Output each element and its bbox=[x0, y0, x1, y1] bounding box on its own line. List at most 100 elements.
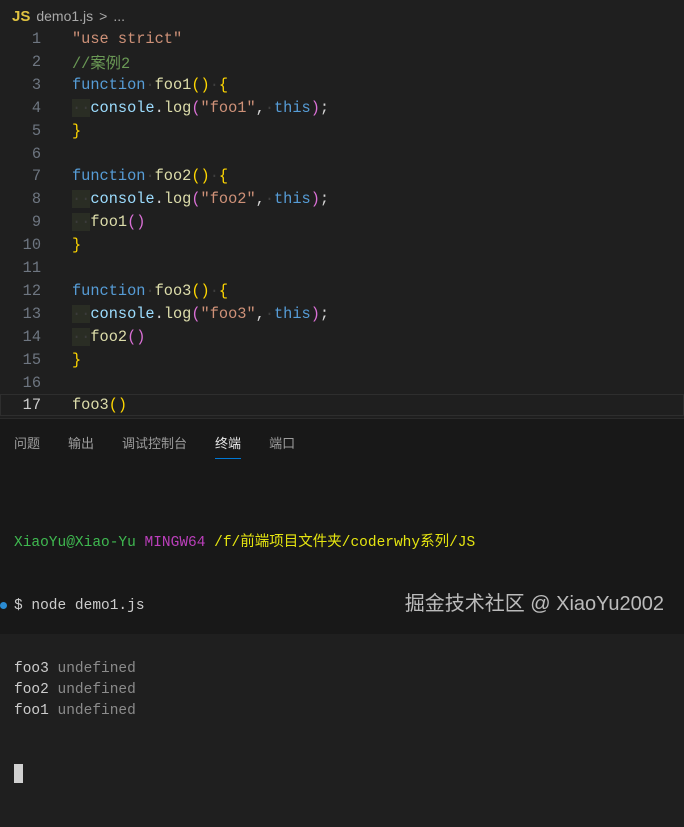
panel-tab[interactable]: 问题 bbox=[14, 433, 40, 459]
output-value: undefined bbox=[57, 703, 136, 719]
code-token: } bbox=[72, 121, 82, 140]
line-number: 11 bbox=[22, 259, 41, 277]
code-token: . bbox=[154, 190, 164, 209]
code-token: () bbox=[191, 167, 210, 186]
code-token: ; bbox=[319, 190, 330, 209]
code-token: · bbox=[209, 281, 219, 300]
code-token: foo2 bbox=[154, 167, 192, 186]
code-token: ) bbox=[310, 304, 320, 323]
line-number: 14 bbox=[22, 327, 41, 346]
line-number: 5 bbox=[31, 121, 41, 140]
code-token: { bbox=[218, 281, 229, 300]
panel-tab[interactable]: 调试控制台 bbox=[122, 433, 187, 459]
code-token: , bbox=[255, 98, 265, 117]
code-token: } bbox=[72, 350, 82, 369]
line-number: 13 bbox=[22, 304, 41, 323]
line-number: 4 bbox=[31, 98, 41, 117]
line-number: 7 bbox=[31, 167, 41, 186]
code-token: ) bbox=[310, 190, 320, 209]
code-token: ·· bbox=[72, 327, 91, 346]
code-token: . bbox=[154, 304, 164, 323]
code-line[interactable]: 11 bbox=[0, 257, 684, 279]
terminal-cursor bbox=[14, 764, 23, 783]
code-line[interactable]: 4 ·· console. log("foo1", · this); bbox=[0, 97, 684, 119]
code-line[interactable]: 9 ·· foo1() bbox=[0, 211, 684, 233]
code-line[interactable]: 1 "use strict" bbox=[0, 28, 684, 50]
breadcrumb: JS demo1.js > ... bbox=[12, 6, 125, 26]
line-number: 10 bbox=[22, 236, 41, 255]
line-number: 15 bbox=[22, 350, 41, 369]
output-value: undefined bbox=[57, 661, 136, 677]
code-line[interactable]: 10} bbox=[0, 234, 684, 256]
code-line[interactable]: 6 bbox=[0, 143, 684, 165]
breadcrumb-file[interactable]: demo1.js bbox=[36, 8, 93, 24]
code-token: · bbox=[145, 167, 155, 186]
code-token: log bbox=[163, 304, 192, 323]
code-token: foo1 bbox=[90, 213, 128, 232]
terminal-output-line: foo2 undefined bbox=[14, 680, 475, 701]
output-label: foo1 bbox=[14, 703, 49, 719]
code-token: //案例2 bbox=[72, 54, 131, 73]
code-line[interactable]: 3 function · foo1() ·{ bbox=[0, 74, 684, 96]
terminal[interactable]: XiaoYu@Xiao-Yu MINGW64 /f/前端项目文件夹/coderw… bbox=[0, 491, 476, 827]
panel-tab[interactable]: 端口 bbox=[269, 433, 295, 459]
code-token: console bbox=[90, 190, 155, 209]
code-token: () bbox=[191, 75, 210, 94]
line-number: 6 bbox=[31, 144, 41, 163]
terminal-output-line: foo3 undefined bbox=[14, 659, 475, 680]
code-token: log bbox=[163, 190, 192, 209]
code-token: { bbox=[218, 167, 229, 186]
terminal-env: MINGW64 bbox=[144, 535, 206, 551]
terminal-path: /f/前端项目文件夹/coderwhy系列/JS bbox=[214, 535, 476, 551]
code-token: ·· bbox=[72, 304, 91, 323]
code-line[interactable]: 7 function · foo2() ·{ bbox=[0, 165, 684, 187]
line-number: 3 bbox=[31, 75, 41, 94]
code-line[interactable]: 8 ·· console. log("foo2", · this); bbox=[0, 188, 684, 210]
code-line[interactable]: 15} bbox=[0, 349, 684, 371]
code-token: { bbox=[218, 75, 229, 94]
code-token: foo2 bbox=[90, 327, 128, 346]
js-file-icon: JS bbox=[12, 7, 31, 25]
panel-tab[interactable]: 终端 bbox=[215, 433, 242, 459]
code-token: () bbox=[191, 281, 210, 300]
code-token: foo1 bbox=[154, 75, 192, 94]
code-token: ) bbox=[310, 98, 320, 117]
code-token: foo3 bbox=[72, 396, 109, 415]
code-token: · bbox=[264, 190, 274, 209]
line-number: 2 bbox=[31, 52, 41, 71]
line-number: 9 bbox=[31, 213, 41, 232]
line-number: 16 bbox=[22, 373, 41, 392]
code-token: function bbox=[72, 75, 146, 94]
code-token: "foo3" bbox=[200, 304, 256, 323]
code-token: · bbox=[209, 167, 219, 186]
code-token: () bbox=[127, 327, 146, 346]
code-token: · bbox=[145, 75, 155, 94]
code-token: ·· bbox=[72, 190, 91, 209]
code-line[interactable]: 2 //案例2 bbox=[0, 51, 684, 73]
code-token: . bbox=[154, 98, 164, 117]
terminal-output-line: foo1 undefined bbox=[14, 701, 475, 722]
command-status-dot-icon[interactable] bbox=[0, 602, 7, 609]
code-token: · bbox=[264, 98, 274, 117]
terminal-user: XiaoYu@Xiao-Yu bbox=[14, 535, 136, 551]
code-token: , bbox=[255, 190, 265, 209]
code-line[interactable]: 13 ·· console. log("foo3", · this); bbox=[0, 303, 684, 325]
panel-tab[interactable]: 输出 bbox=[68, 433, 94, 459]
code-token: this bbox=[274, 190, 311, 209]
breadcrumb-more[interactable]: ... bbox=[113, 8, 125, 24]
code-line[interactable]: 16 bbox=[0, 372, 684, 394]
chevron-right-icon: > bbox=[99, 8, 108, 24]
code-token: this bbox=[274, 98, 311, 117]
code-token: ·· bbox=[72, 98, 91, 117]
code-line[interactable]: 14 ·· foo2() bbox=[0, 326, 684, 348]
code-line[interactable]: 17 foo3() bbox=[0, 394, 684, 417]
line-number: 1 bbox=[31, 30, 41, 48]
code-token: "foo2" bbox=[200, 190, 256, 209]
code-line[interactable]: 12 function · foo3() ·{ bbox=[0, 280, 684, 302]
watermark: 掘金技术社区 @ XiaoYu2002 bbox=[404, 593, 664, 615]
code-line[interactable]: 5} bbox=[0, 120, 684, 142]
panel-tabs: 问题 输出 调试控制台 终端 端口 bbox=[14, 433, 295, 459]
output-label: foo2 bbox=[14, 682, 49, 698]
code-token: function bbox=[72, 281, 146, 300]
code-editor[interactable]: 1 "use strict" 2//案例2 3 function · foo1() ·{4 ··… bbox=[0, 28, 684, 418]
